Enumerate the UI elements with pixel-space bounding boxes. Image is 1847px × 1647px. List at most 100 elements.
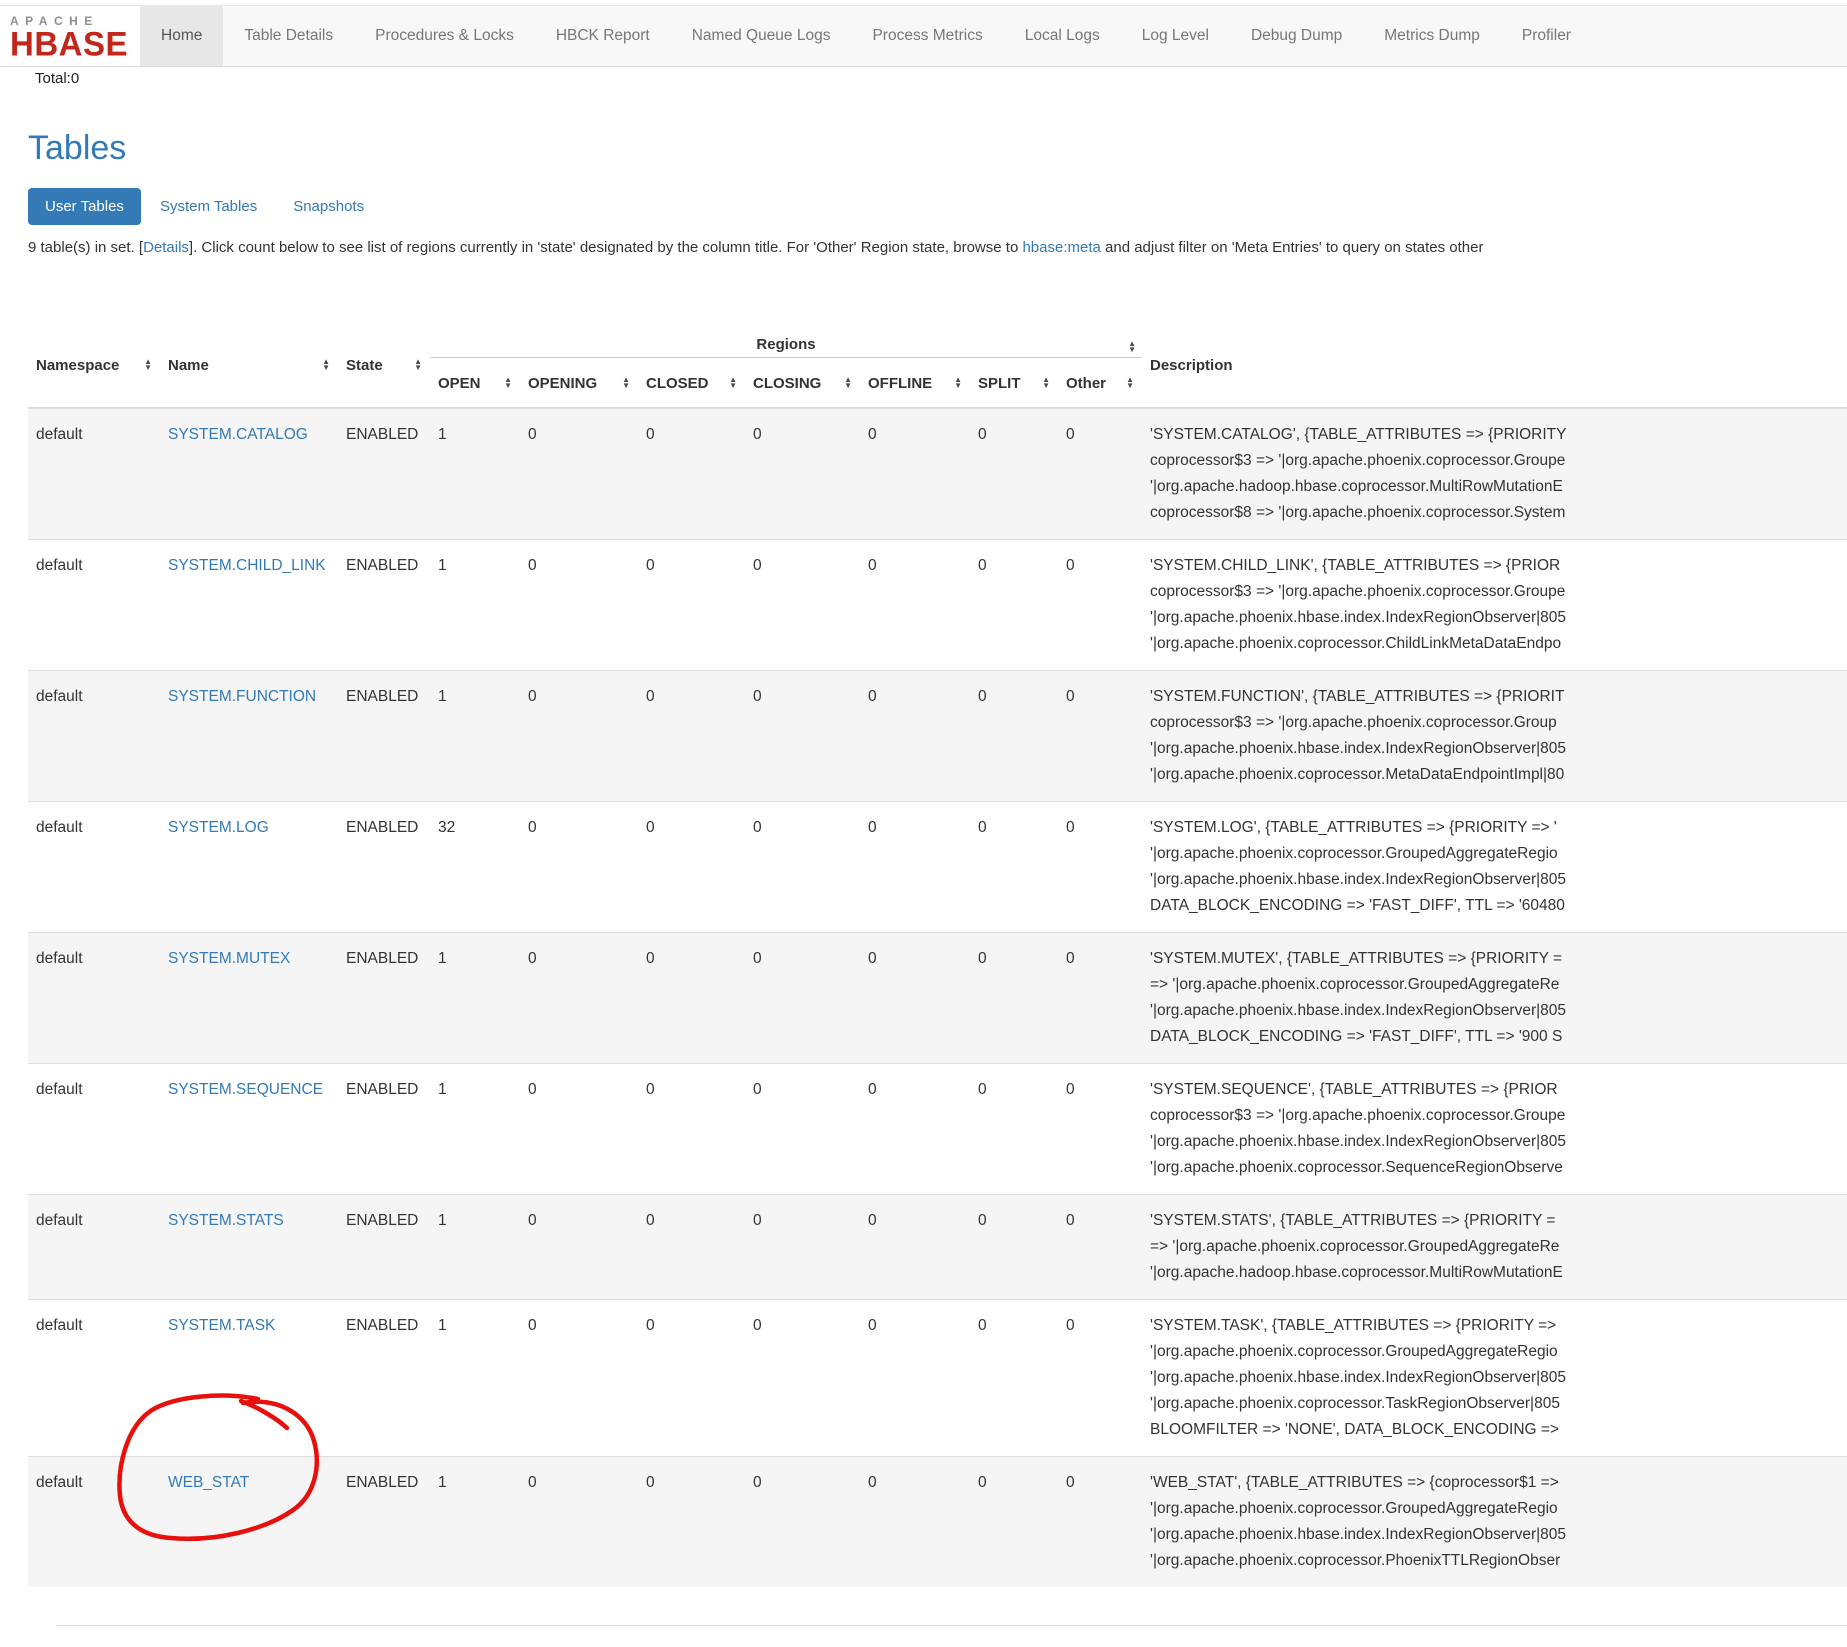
nav-item-procedures-locks[interactable]: Procedures & Locks: [354, 6, 535, 66]
table-name-link[interactable]: SYSTEM.CATALOG: [168, 426, 308, 443]
table-name-link[interactable]: SYSTEM.STATS: [168, 1212, 284, 1229]
region-count-other[interactable]: 0: [1058, 409, 1142, 539]
table-name-link[interactable]: SYSTEM.LOG: [168, 819, 269, 836]
region-count-open[interactable]: 1: [430, 1300, 520, 1456]
column-header-state[interactable]: State ▲▼: [338, 322, 430, 408]
region-count-split[interactable]: 0: [970, 1457, 1058, 1587]
table-name-link[interactable]: SYSTEM.FUNCTION: [168, 688, 316, 705]
nav-item-profiler[interactable]: Profiler: [1501, 6, 1592, 66]
region-count-closing[interactable]: 0: [745, 1064, 860, 1194]
sort-icon[interactable]: ▲▼: [414, 359, 422, 371]
nav-item-local-logs[interactable]: Local Logs: [1004, 6, 1121, 66]
region-count-opening[interactable]: 0: [520, 933, 638, 1063]
region-count-open[interactable]: 1: [430, 1064, 520, 1194]
region-count-other[interactable]: 0: [1058, 1064, 1142, 1194]
sort-icon[interactable]: ▲▼: [1042, 377, 1050, 389]
region-count-closed[interactable]: 0: [638, 1457, 745, 1587]
column-header-closed[interactable]: CLOSED ▲▼: [638, 358, 745, 408]
region-count-split[interactable]: 0: [970, 802, 1058, 932]
column-group-regions[interactable]: Regions ▲▼: [430, 322, 1142, 358]
nav-item-log-level[interactable]: Log Level: [1121, 6, 1230, 66]
region-count-opening[interactable]: 0: [520, 802, 638, 932]
nav-item-table-details[interactable]: Table Details: [223, 6, 354, 66]
region-count-other[interactable]: 0: [1058, 1457, 1142, 1587]
region-count-open[interactable]: 32: [430, 802, 520, 932]
region-count-closing[interactable]: 0: [745, 1300, 860, 1456]
sort-icon[interactable]: ▲▼: [504, 377, 512, 389]
region-count-opening[interactable]: 0: [520, 1064, 638, 1194]
region-count-closing[interactable]: 0: [745, 933, 860, 1063]
region-count-open[interactable]: 1: [430, 671, 520, 801]
region-count-closing[interactable]: 0: [745, 1457, 860, 1587]
region-count-opening[interactable]: 0: [520, 1457, 638, 1587]
sort-icon[interactable]: ▲▼: [1128, 341, 1136, 353]
nav-item-debug-dump[interactable]: Debug Dump: [1230, 6, 1363, 66]
region-count-split[interactable]: 0: [970, 933, 1058, 1063]
column-header-name[interactable]: Name ▲▼: [160, 322, 338, 408]
nav-item-home[interactable]: Home: [140, 6, 223, 66]
region-count-closed[interactable]: 0: [638, 540, 745, 670]
region-count-closed[interactable]: 0: [638, 1195, 745, 1299]
tab-system-tables[interactable]: System Tables: [143, 188, 274, 225]
column-header-offline[interactable]: OFFLINE ▲▼: [860, 358, 970, 408]
region-count-closed[interactable]: 0: [638, 933, 745, 1063]
region-count-split[interactable]: 0: [970, 671, 1058, 801]
table-name-link[interactable]: SYSTEM.CHILD_LINK: [168, 557, 326, 574]
region-count-opening[interactable]: 0: [520, 1300, 638, 1456]
table-name-link[interactable]: SYSTEM.MUTEX: [168, 950, 290, 967]
region-count-offline[interactable]: 0: [860, 1064, 970, 1194]
region-count-opening[interactable]: 0: [520, 671, 638, 801]
column-header-opening[interactable]: OPENING ▲▼: [520, 358, 638, 408]
region-count-closing[interactable]: 0: [745, 1195, 860, 1299]
sort-icon[interactable]: ▲▼: [1126, 377, 1134, 389]
region-count-closed[interactable]: 0: [638, 1300, 745, 1456]
nav-item-process-metrics[interactable]: Process Metrics: [851, 6, 1003, 66]
tab-snapshots[interactable]: Snapshots: [276, 188, 381, 225]
region-count-other[interactable]: 0: [1058, 540, 1142, 670]
region-count-closed[interactable]: 0: [638, 1064, 745, 1194]
region-count-other[interactable]: 0: [1058, 671, 1142, 801]
region-count-offline[interactable]: 0: [860, 540, 970, 670]
region-count-open[interactable]: 1: [430, 1195, 520, 1299]
region-count-offline[interactable]: 0: [860, 1195, 970, 1299]
region-count-other[interactable]: 0: [1058, 1195, 1142, 1299]
table-name-link[interactable]: SYSTEM.SEQUENCE: [168, 1081, 323, 1098]
region-count-split[interactable]: 0: [970, 1064, 1058, 1194]
sort-icon[interactable]: ▲▼: [622, 377, 630, 389]
region-count-other[interactable]: 0: [1058, 802, 1142, 932]
region-count-closing[interactable]: 0: [745, 409, 860, 539]
region-count-open[interactable]: 1: [430, 1457, 520, 1587]
region-count-closed[interactable]: 0: [638, 802, 745, 932]
tab-user-tables[interactable]: User Tables: [28, 188, 141, 225]
region-count-split[interactable]: 0: [970, 409, 1058, 539]
region-count-opening[interactable]: 0: [520, 540, 638, 670]
region-count-other[interactable]: 0: [1058, 933, 1142, 1063]
region-count-offline[interactable]: 0: [860, 802, 970, 932]
region-count-offline[interactable]: 0: [860, 1300, 970, 1456]
region-count-open[interactable]: 1: [430, 933, 520, 1063]
region-count-opening[interactable]: 0: [520, 1195, 638, 1299]
nav-item-hbck-report[interactable]: HBCK Report: [535, 6, 671, 66]
region-count-split[interactable]: 0: [970, 1195, 1058, 1299]
sort-icon[interactable]: ▲▼: [144, 359, 152, 371]
column-header-closing[interactable]: CLOSING ▲▼: [745, 358, 860, 408]
region-count-other[interactable]: 0: [1058, 1300, 1142, 1456]
column-header-open[interactable]: OPEN ▲▼: [430, 358, 520, 408]
region-count-closing[interactable]: 0: [745, 540, 860, 670]
region-count-open[interactable]: 1: [430, 409, 520, 539]
region-count-offline[interactable]: 0: [860, 409, 970, 539]
region-count-closing[interactable]: 0: [745, 802, 860, 932]
region-count-closed[interactable]: 0: [638, 671, 745, 801]
region-count-closed[interactable]: 0: [638, 409, 745, 539]
nav-item-named-queue-logs[interactable]: Named Queue Logs: [671, 6, 852, 66]
region-count-split[interactable]: 0: [970, 540, 1058, 670]
sort-icon[interactable]: ▲▼: [844, 377, 852, 389]
column-header-split[interactable]: SPLIT ▲▼: [970, 358, 1058, 408]
sort-icon[interactable]: ▲▼: [954, 377, 962, 389]
hbase-logo[interactable]: APACHE HBASE: [0, 6, 140, 66]
column-header-other[interactable]: Other ▲▼: [1058, 358, 1142, 408]
hbase-meta-link[interactable]: hbase:meta: [1022, 239, 1100, 256]
region-count-offline[interactable]: 0: [860, 671, 970, 801]
region-count-opening[interactable]: 0: [520, 409, 638, 539]
table-name-link[interactable]: SYSTEM.TASK: [168, 1317, 275, 1334]
